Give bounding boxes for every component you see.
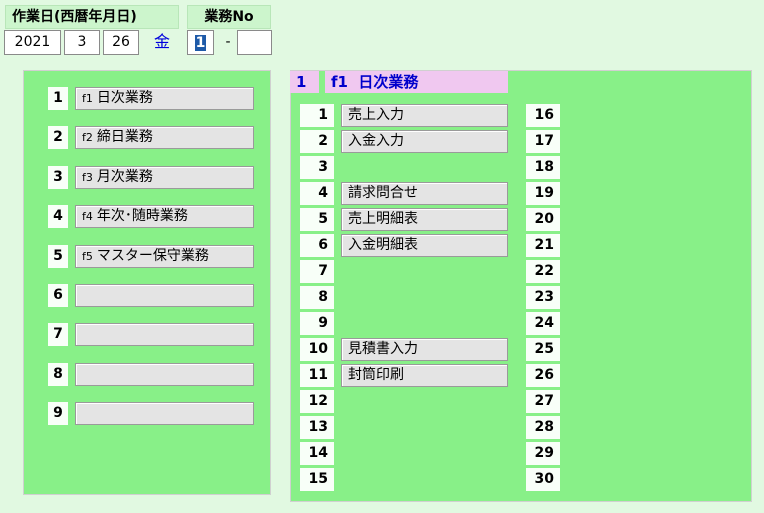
main-menu-number: 9	[48, 402, 68, 426]
submenu-number: 3	[300, 156, 334, 179]
submenu-number: 2	[300, 130, 334, 153]
month-field[interactable]: 3	[64, 30, 100, 55]
main-menu-number: 3	[48, 165, 68, 189]
work-date-label: 作業日(西暦年月日)	[5, 5, 179, 29]
main-menu-fkey: f2	[82, 131, 93, 145]
main-menu-fkey: f4	[82, 210, 93, 224]
submenu-number: 6	[300, 234, 334, 257]
submenu-number: 14	[300, 442, 334, 465]
business-no-value: 1	[194, 34, 207, 52]
submenu-number: 8	[300, 286, 334, 309]
year-field[interactable]: 2021	[4, 30, 61, 55]
main-menu-label: 月次業務	[96, 168, 153, 185]
submenu-button-5[interactable]: 売上明細表	[341, 208, 508, 231]
submenu-number: 16	[526, 104, 560, 127]
main-menu-number: 2	[48, 126, 68, 150]
submenu-number: 19	[526, 182, 560, 205]
submenu-number: 17	[526, 130, 560, 153]
business-no-label: 業務No	[187, 5, 271, 29]
submenu-number: 21	[526, 234, 560, 257]
submenu-number: 13	[300, 416, 334, 439]
submenu-button-6[interactable]: 入金明細表	[341, 234, 508, 257]
main-menu-number: 8	[48, 362, 68, 386]
submenu-number: 30	[526, 468, 560, 491]
submenu-number: 24	[526, 312, 560, 335]
submenu-button-1[interactable]: 売上入力	[341, 104, 508, 127]
submenu-number: 4	[300, 182, 334, 205]
main-menu-button-4[interactable]: f4 年次･随時業務	[75, 205, 254, 229]
submenu-title-number: 1	[290, 71, 319, 93]
submenu-title-fkey: f1	[331, 73, 348, 91]
submenu-title-label: 日次業務	[358, 73, 419, 91]
submenu-number: 20	[526, 208, 560, 231]
main-menu-number: 4	[48, 205, 68, 229]
main-menu-number: 7	[48, 323, 68, 347]
main-menu-label: 年次･随時業務	[96, 208, 188, 225]
main-menu-button-9[interactable]	[75, 402, 254, 426]
main-menu-label: 締日業務	[96, 129, 153, 146]
main-menu-fkey: f5	[82, 249, 93, 263]
submenu-number: 11	[300, 364, 334, 387]
main-menu-label: 日次業務	[96, 90, 153, 106]
main-menu-button-1[interactable]: f1 日次業務	[75, 87, 254, 110]
main-menu-number: 5	[48, 244, 68, 268]
main-menu-button-6[interactable]	[75, 284, 254, 307]
submenu-button-2[interactable]: 入金入力	[341, 130, 508, 153]
submenu-number: 7	[300, 260, 334, 283]
main-menu-button-7[interactable]	[75, 323, 254, 347]
submenu-number: 9	[300, 312, 334, 335]
submenu-number: 18	[526, 156, 560, 179]
main-menu-button-8[interactable]	[75, 362, 254, 386]
submenu-number: 5	[300, 208, 334, 231]
main-menu-label: マスター保守業務	[96, 247, 209, 264]
submenu-number: 10	[300, 338, 334, 361]
main-menu-button-3[interactable]: f3 月次業務	[75, 165, 254, 189]
main-menu-number: 6	[48, 284, 68, 307]
submenu-button-10[interactable]: 見積書入力	[341, 338, 508, 361]
submenu-number: 28	[526, 416, 560, 439]
business-sub-no-field[interactable]	[237, 30, 272, 55]
main-menu-number: 1	[48, 87, 68, 110]
business-no-field[interactable]: 1	[187, 30, 214, 55]
submenu-number: 26	[526, 364, 560, 387]
weekday-display: 金	[153, 32, 170, 51]
submenu-number: 1	[300, 104, 334, 127]
submenu-number: 23	[526, 286, 560, 309]
submenu-button-4[interactable]: 請求問合せ	[341, 182, 508, 205]
day-field[interactable]: 26	[103, 30, 139, 55]
submenu-button-11[interactable]: 封筒印刷	[341, 364, 508, 387]
main-menu-button-2[interactable]: f2 締日業務	[75, 126, 254, 150]
submenu-number: 25	[526, 338, 560, 361]
submenu-number: 22	[526, 260, 560, 283]
submenu-number: 29	[526, 442, 560, 465]
main-menu-fkey: f3	[82, 170, 93, 184]
main-menu-fkey: f1	[82, 92, 93, 105]
submenu-title: f1 日次業務	[325, 71, 508, 93]
no-separator: -	[225, 34, 231, 50]
submenu-number: 27	[526, 390, 560, 413]
submenu-number: 12	[300, 390, 334, 413]
submenu-number: 15	[300, 468, 334, 491]
main-menu-button-5[interactable]: f5 マスター保守業務	[75, 244, 254, 268]
